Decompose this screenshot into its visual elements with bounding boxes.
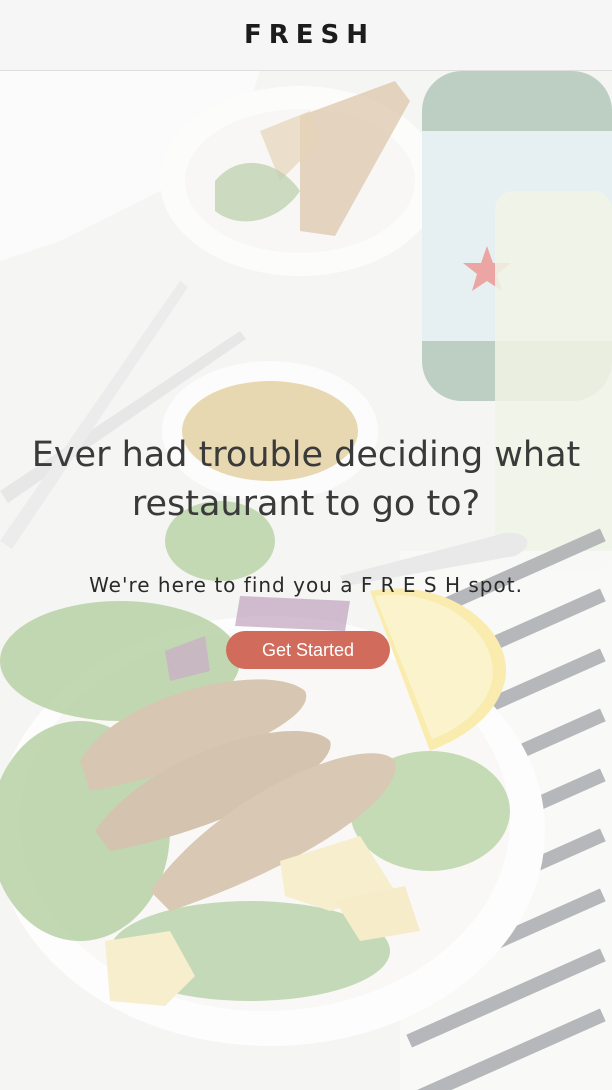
hero-content: Ever had trouble deciding what restauran… [0, 71, 612, 1090]
headline-line-2: restaurant to go to? [131, 484, 481, 524]
brand-logo[interactable]: FRESH [244, 20, 375, 50]
top-bar: FRESH [0, 0, 612, 71]
headline-line-1: Ever had trouble deciding what [31, 435, 581, 475]
hero-headline: Ever had trouble deciding what restauran… [20, 431, 592, 529]
get-started-button[interactable]: Get Started [226, 631, 390, 669]
hero-tagline: We're here to find you a F R E S H spot. [89, 573, 523, 597]
landing-page: FRESH Ever had trouble deciding what res… [0, 0, 612, 1090]
